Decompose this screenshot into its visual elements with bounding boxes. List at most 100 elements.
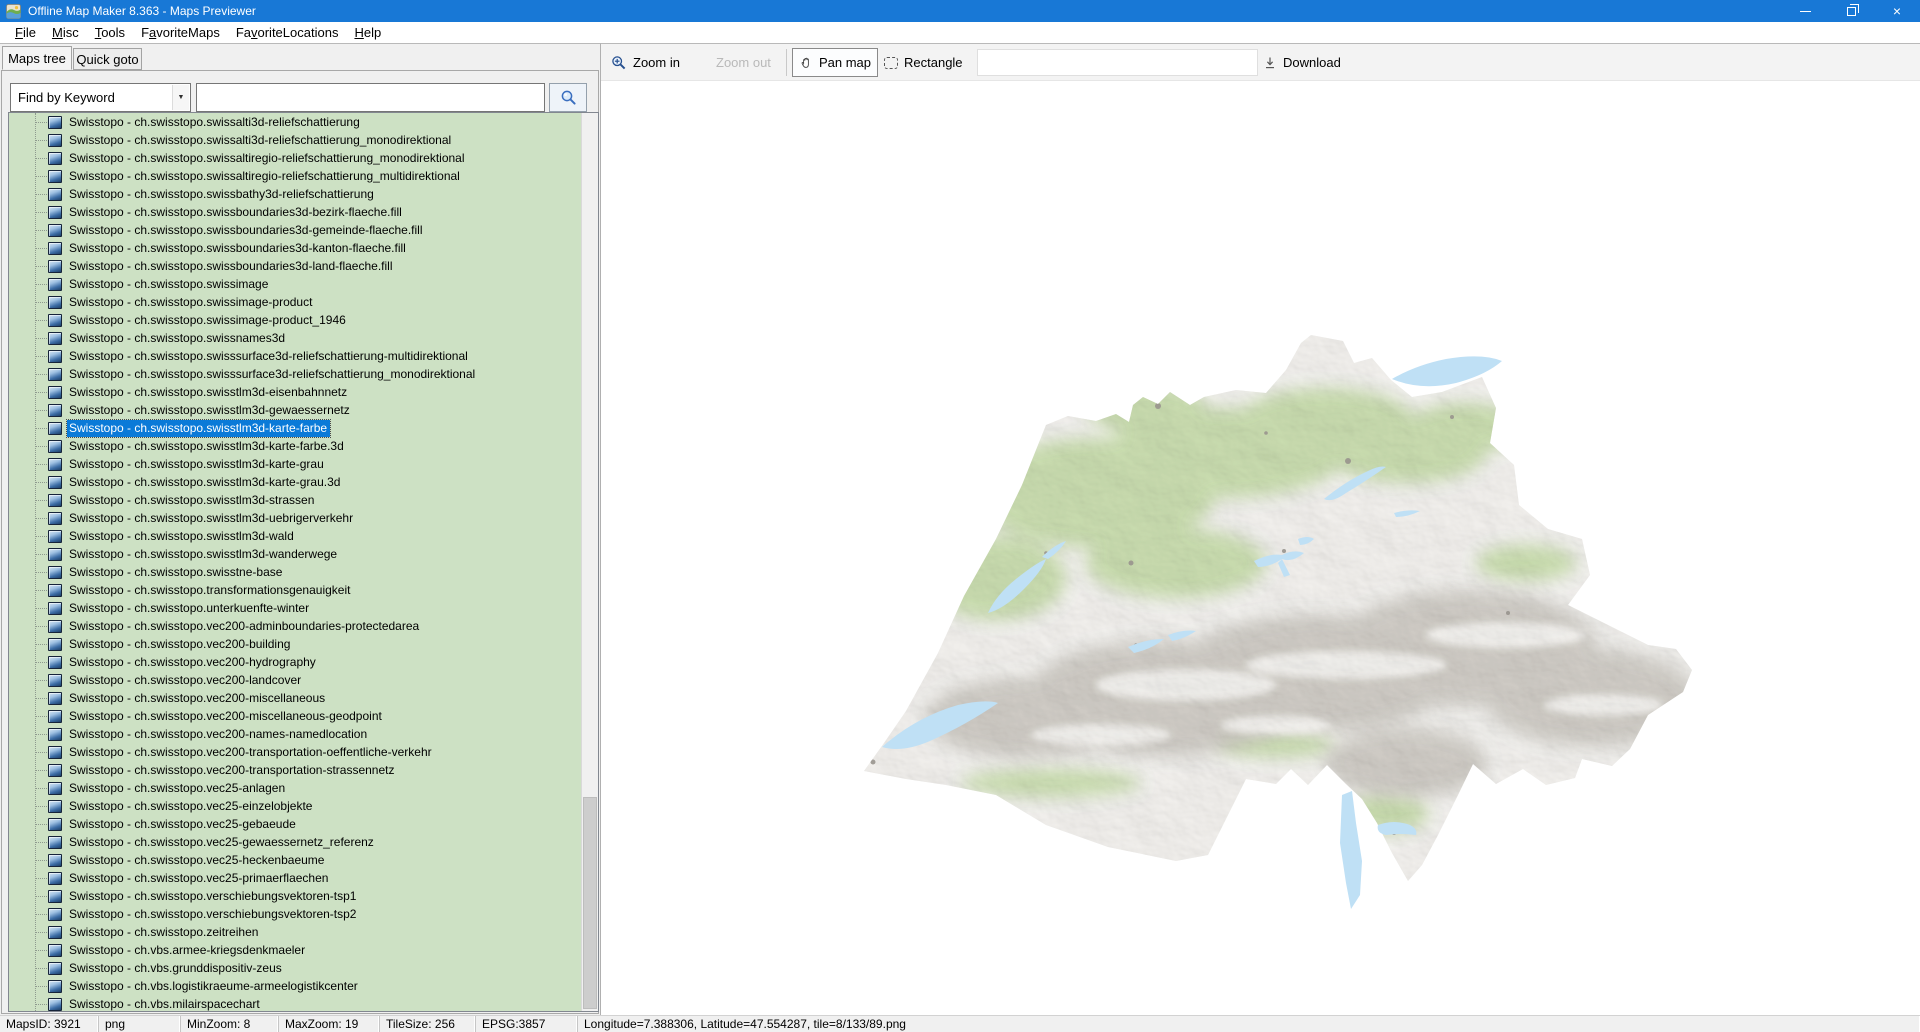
find-mode-select[interactable]: Find by Keyword ▼ <box>10 83 191 112</box>
maps-tree-item[interactable]: Swisstopo - ch.swisstopo.vec25-gewaesser… <box>9 833 581 851</box>
maps-tree-rows: Swisstopo - ch.swisstopo.swissalti3d-rel… <box>9 113 581 1011</box>
maps-tree-item-selected[interactable]: Swisstopo - ch.swisstopo.swisstlm3d-kart… <box>9 418 581 438</box>
map-viewport[interactable] <box>601 81 1920 1015</box>
minimize-button[interactable] <box>1782 0 1828 22</box>
maps-tree-item[interactable]: Swisstopo - ch.vbs.armee-kriegsdenkmaele… <box>9 941 581 959</box>
maps-tree-item[interactable]: Swisstopo - ch.swisstopo.vec200-adminbou… <box>9 617 581 635</box>
map-layer-icon <box>48 151 62 165</box>
download-button[interactable]: Download <box>1263 44 1341 81</box>
map-layer-label: Swisstopo - ch.swisstopo.swissboundaries… <box>69 240 406 255</box>
maps-tree-item[interactable]: Swisstopo - ch.swisstopo.swisstlm3d-gewa… <box>9 401 581 419</box>
map-layer-label: Swisstopo - ch.vbs.armee-kriegsdenkmaele… <box>69 942 306 957</box>
tab-quick-goto[interactable]: Quick goto <box>73 48 142 70</box>
maps-tree-item[interactable]: Swisstopo - ch.swisstopo.swissaltiregio-… <box>9 149 581 167</box>
maps-tree-item[interactable]: Swisstopo - ch.swisstopo.vec200-landcove… <box>9 671 581 689</box>
close-button[interactable]: × <box>1874 0 1920 22</box>
maps-tree-item[interactable]: Swisstopo - ch.swisstopo.zeitreihen <box>9 923 581 941</box>
rectangle-label: Rectangle <box>904 55 963 70</box>
menu-favoritemaps[interactable]: FavoriteMaps <box>133 24 228 41</box>
maps-tree-item[interactable]: Swisstopo - ch.swisstopo.swissnames3d <box>9 329 581 347</box>
list-scrollbar[interactable] <box>581 113 598 1011</box>
map-layer-icon <box>48 349 62 363</box>
map-layer-label: Swisstopo - ch.swisstopo.swisstlm3d-uebr… <box>69 510 354 525</box>
map-layer-icon <box>48 835 62 849</box>
maps-tree-item[interactable]: Swisstopo - ch.swisstopo.swissboundaries… <box>9 203 581 221</box>
maps-tree-item[interactable]: Swisstopo - ch.swisstopo.vec200-miscella… <box>9 689 581 707</box>
toolbar-separator <box>786 49 787 76</box>
maps-tree-item[interactable]: Swisstopo - ch.swisstopo.vec200-names-na… <box>9 725 581 743</box>
maps-tree-item[interactable]: Swisstopo - ch.swisstopo.swissalti3d-rel… <box>9 131 581 149</box>
pan-map-button-active[interactable]: Pan map <box>792 48 878 77</box>
maps-tree-page: Find by Keyword ▼ Swisstopo - ch.swissto… <box>1 70 599 1014</box>
maps-tree-item[interactable]: Swisstopo - ch.swisstopo.swisstlm3d-stra… <box>9 491 581 509</box>
menu-favoritelocations[interactable]: FavoriteLocations <box>228 24 347 41</box>
maps-tree-item[interactable]: Swisstopo - ch.swisstopo.swisstlm3d-kart… <box>9 437 581 455</box>
map-layer-label: Swisstopo - ch.vbs.milairspacechart <box>69 996 260 1011</box>
maps-tree-item[interactable]: Swisstopo - ch.swisstopo.verschiebungsve… <box>9 905 581 923</box>
menu-tools[interactable]: Tools <box>87 24 133 41</box>
map-layer-label: Swisstopo - ch.swisstopo.swisssurface3d-… <box>69 366 476 381</box>
maps-tree-item[interactable]: Swisstopo - ch.swisstopo.verschiebungsve… <box>9 887 581 905</box>
map-layer-icon <box>48 943 62 957</box>
maps-tree-item[interactable]: Swisstopo - ch.swisstopo.swisssurface3d-… <box>9 365 581 383</box>
maps-tree-item[interactable]: Swisstopo - ch.swisstopo.vec25-anlagen <box>9 779 581 797</box>
maps-tree-list: Swisstopo - ch.swisstopo.swissalti3d-rel… <box>8 112 599 1012</box>
maps-tree-item[interactable]: Swisstopo - ch.swisstopo.swisstlm3d-wand… <box>9 545 581 563</box>
map-layer-label: Swisstopo - ch.vbs.logistikraeume-armeel… <box>69 978 358 993</box>
maps-tree-item[interactable]: Swisstopo - ch.swisstopo.vec200-hydrogra… <box>9 653 581 671</box>
maps-tree-item[interactable]: Swisstopo - ch.swisstopo.swissimage <box>9 275 581 293</box>
maps-tree-item[interactable]: Swisstopo - ch.swisstopo.swissboundaries… <box>9 239 581 257</box>
maps-tree-item[interactable]: Swisstopo - ch.swisstopo.swissbathy3d-re… <box>9 185 581 203</box>
map-layer-label: Swisstopo - ch.swisstopo.swissnames3d <box>69 330 286 345</box>
map-layer-icon <box>48 565 62 579</box>
toolbar-input[interactable] <box>977 49 1258 76</box>
maps-tree-item[interactable]: Swisstopo - ch.swisstopo.swissimage-prod… <box>9 311 581 329</box>
maps-tree-item[interactable]: Swisstopo - ch.swisstopo.vec200-miscella… <box>9 707 581 725</box>
map-layer-icon <box>48 889 62 903</box>
maps-tree-item[interactable]: Swisstopo - ch.vbs.milairspacechart <box>9 995 581 1011</box>
titlebar[interactable]: Offline Map Maker 8.363 - Maps Previewer… <box>0 0 1920 22</box>
statusbar: MapsID: 3921 png MinZoom: 8 MaxZoom: 19 … <box>0 1015 1920 1032</box>
maps-tree-item[interactable]: Swisstopo - ch.vbs.grunddispositiv-zeus <box>9 959 581 977</box>
map-layer-icon <box>48 817 62 831</box>
maps-tree-item[interactable]: Swisstopo - ch.swisstopo.swissboundaries… <box>9 221 581 239</box>
menu-misc[interactable]: Misc <box>44 24 87 41</box>
maps-tree-item[interactable]: Swisstopo - ch.swisstopo.vec200-transpor… <box>9 761 581 779</box>
zoom-in-icon <box>612 55 626 69</box>
zoom-out-button-disabled: Zoom out <box>716 44 771 81</box>
map-layer-icon <box>48 781 62 795</box>
maps-tree-item[interactable]: Swisstopo - ch.swisstopo.vec25-gebaeude <box>9 815 581 833</box>
maps-tree-item[interactable]: Swisstopo - ch.swisstopo.swisssurface3d-… <box>9 347 581 365</box>
maps-tree-item[interactable]: Swisstopo - ch.swisstopo.swissimage-prod… <box>9 293 581 311</box>
maps-tree-item[interactable]: Swisstopo - ch.swisstopo.transformations… <box>9 581 581 599</box>
search-button[interactable] <box>549 83 587 112</box>
menu-file[interactable]: File <box>7 24 44 41</box>
maps-tree-item[interactable]: Swisstopo - ch.swisstopo.swissboundaries… <box>9 257 581 275</box>
maps-tree-item[interactable]: Swisstopo - ch.swisstopo.swisstlm3d-wald <box>9 527 581 545</box>
maps-tree-item[interactable]: Swisstopo - ch.swisstopo.swisstlm3d-kart… <box>9 455 581 473</box>
maps-tree-item[interactable]: Swisstopo - ch.swisstopo.vec25-einzelobj… <box>9 797 581 815</box>
keyword-input[interactable] <box>196 83 545 112</box>
maps-tree-item[interactable]: Swisstopo - ch.swisstopo.vec200-building <box>9 635 581 653</box>
maps-tree-item[interactable]: Swisstopo - ch.swisstopo.vec200-transpor… <box>9 743 581 761</box>
restore-button[interactable] <box>1828 0 1874 22</box>
maps-tree-item[interactable]: Swisstopo - ch.swisstopo.swisstlm3d-kart… <box>9 473 581 491</box>
maps-tree-item[interactable]: Swisstopo - ch.vbs.logistikraeume-armeel… <box>9 977 581 995</box>
rectangle-button[interactable]: Rectangle <box>884 44 963 81</box>
zoom-in-button[interactable]: Zoom in <box>611 44 680 81</box>
maps-tree-item[interactable]: Swisstopo - ch.swisstopo.unterkuenfte-wi… <box>9 599 581 617</box>
map-layer-label: Swisstopo - ch.swisstopo.swissboundaries… <box>69 204 402 219</box>
menu-help[interactable]: Help <box>346 24 389 41</box>
maps-tree-item[interactable]: Swisstopo - ch.swisstopo.vec25-primaerfl… <box>9 869 581 887</box>
map-layer-label: Swisstopo - ch.swisstopo.vec25-heckenbae… <box>69 852 325 867</box>
maps-tree-item[interactable]: Swisstopo - ch.swisstopo.swisstlm3d-uebr… <box>9 509 581 527</box>
maps-tree-item[interactable]: Swisstopo - ch.swisstopo.swissalti3d-rel… <box>9 113 581 131</box>
map-layer-label: Swisstopo - ch.swisstopo.vec200-miscella… <box>69 708 382 723</box>
maps-tree-item[interactable]: Swisstopo - ch.swisstopo.vec25-heckenbae… <box>9 851 581 869</box>
maps-tree-item[interactable]: Swisstopo - ch.swisstopo.swisstlm3d-eise… <box>9 383 581 401</box>
tab-maps-tree[interactable]: Maps tree <box>2 46 72 70</box>
maps-tree-item[interactable]: Swisstopo - ch.swisstopo.swissaltiregio-… <box>9 167 581 185</box>
chevron-down-icon[interactable]: ▼ <box>172 85 189 110</box>
maps-tree-item[interactable]: Swisstopo - ch.swisstopo.swisstne-base <box>9 563 581 581</box>
list-scrollbar-thumb[interactable] <box>583 797 597 1009</box>
